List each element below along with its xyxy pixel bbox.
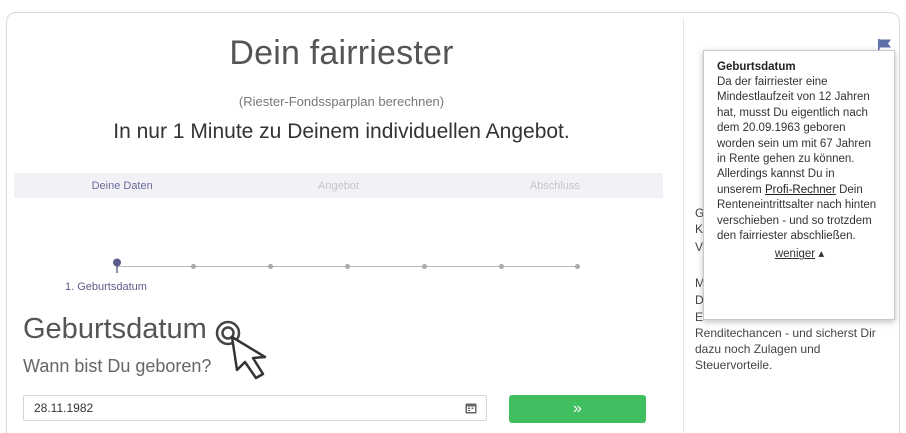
location-pin-icon[interactable]	[112, 258, 122, 274]
sidebar-text-line: Steuervorteile.	[695, 358, 773, 372]
sidebar-text-line: dazu noch Zulagen und	[695, 342, 821, 356]
progress-tabs: Deine Daten Angebot Abschluss	[14, 173, 663, 198]
show-less-label: weniger	[774, 248, 816, 261]
question-subtitle: Wann bist Du geboren?	[23, 356, 212, 376]
next-button-label: »	[573, 400, 582, 417]
page-subtitle: (Riester-Fondssparplan berechnen)	[238, 94, 445, 109]
info-tooltip: Geburtsdatum Da der fairriester eine Min…	[703, 50, 895, 320]
sidebar-partial-letter: K	[695, 222, 704, 236]
page-title: Dein fairriester	[229, 34, 454, 72]
tab-deine-daten[interactable]: Deine Daten	[14, 180, 230, 192]
caret-up-icon: ▴	[818, 248, 825, 261]
tab-abschluss[interactable]: Abschluss	[447, 180, 663, 192]
tooltip-body: Da der fairriester eine Mindestlaufzeit …	[717, 75, 882, 244]
sidebar-partial-letter: E	[695, 310, 704, 324]
tooltip-title: Geburtsdatum	[717, 61, 796, 73]
question-title: Geburtsdatum	[23, 313, 207, 345]
next-button[interactable]: »	[509, 395, 646, 423]
birthdate-input[interactable]	[23, 395, 487, 421]
profi-rechner-link[interactable]: Profi-Rechner	[765, 184, 836, 196]
column-divider	[683, 18, 684, 433]
calendar-icon[interactable]	[465, 402, 477, 414]
tooltip-body-text: Da der fairriester eine Mindestlaufzeit …	[717, 76, 872, 196]
step-dot-6[interactable]	[499, 264, 504, 269]
sidebar-partial-letter: V	[695, 240, 704, 254]
step-dot-7[interactable]	[575, 264, 580, 269]
current-step-label: 1. Geburtsdatum	[65, 281, 147, 293]
step-progress-line	[117, 264, 580, 269]
step-dot-4[interactable]	[345, 264, 350, 269]
sidebar-text-line: Renditechancen - und sicherst Dir	[695, 326, 876, 340]
step-dot-3[interactable]	[268, 264, 273, 269]
tab-angebot[interactable]: Angebot	[230, 180, 446, 192]
hand-pointer-cursor-icon	[215, 320, 267, 380]
step-dot-2[interactable]	[191, 264, 196, 269]
page-headline: In nur 1 Minute zu Deinem individuellen …	[113, 120, 570, 143]
step-dot-5[interactable]	[422, 264, 427, 269]
show-less-link[interactable]: weniger ▴	[717, 246, 882, 260]
